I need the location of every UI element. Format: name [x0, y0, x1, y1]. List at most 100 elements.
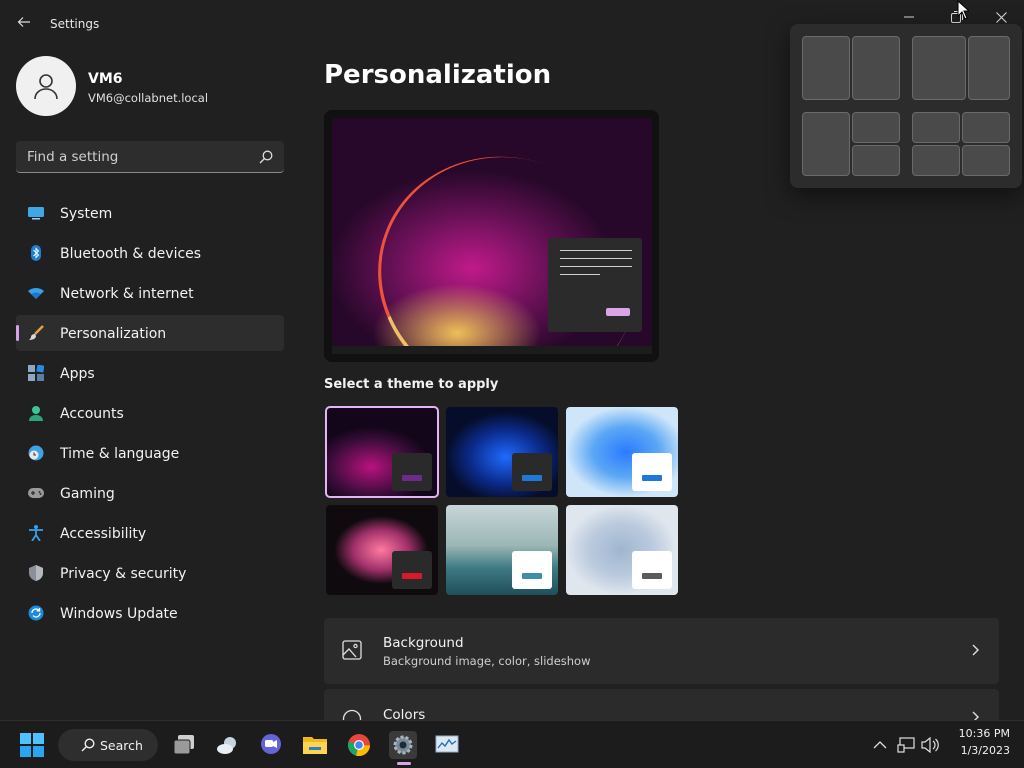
theme-bloom-light[interactable]: [566, 407, 678, 497]
sidebar-item-bluetooth[interactable]: Bluetooth & devices: [16, 235, 284, 271]
accessibility-icon: [29, 525, 43, 541]
monitor-chart-icon: [435, 735, 459, 753]
theme-preview: [324, 110, 659, 362]
show-hidden-icons-button[interactable]: [866, 731, 894, 759]
theme-glow[interactable]: [325, 406, 439, 498]
weather-cloud-icon: [217, 737, 236, 754]
snap-zone[interactable]: [962, 145, 1010, 176]
sidebar-item-network[interactable]: Network & internet: [16, 275, 284, 311]
taskbar-search-label: Search: [100, 738, 143, 753]
snap-zone[interactable]: [968, 36, 1010, 100]
chat-icon: [261, 734, 281, 754]
sidebar-item-system[interactable]: System: [16, 195, 284, 231]
sidebar-item-accessibility[interactable]: Accessibility: [16, 515, 284, 551]
sidebar-item-label: Network & internet: [60, 286, 194, 302]
theme-mini-window: [512, 453, 552, 491]
taskbar-search[interactable]: Search: [58, 729, 158, 761]
snap-zone[interactable]: [802, 112, 850, 176]
sidebar-item-label: Time & language: [60, 446, 180, 462]
snap-zone[interactable]: [852, 112, 900, 143]
snap-layouts-flyout: [790, 24, 1022, 188]
taskbar: Search 10:36 PM 1/3/2023: [0, 720, 1024, 768]
user-profile[interactable]: VM6 VM6@collabnet.local: [16, 56, 286, 118]
sidebar-item-label: Apps: [60, 366, 95, 382]
app-title: Settings: [50, 17, 100, 31]
settings-search-input[interactable]: Find a setting: [16, 141, 284, 173]
start-button[interactable]: [18, 731, 46, 759]
theme-mini-window: [632, 551, 672, 589]
back-arrow-icon: [17, 17, 30, 27]
theme-flow[interactable]: [566, 505, 678, 595]
windows-logo-icon: [20, 733, 44, 757]
theme-bloom-dark[interactable]: [446, 407, 558, 497]
sidebar-item-time-language[interactable]: Time & language: [16, 435, 284, 471]
volume-tray-button[interactable]: [916, 731, 944, 759]
preview-taskbar: [332, 346, 652, 354]
page-title: Personalization: [324, 60, 552, 90]
snap-zone[interactable]: [802, 36, 850, 100]
search-placeholder: Find a setting: [27, 149, 119, 165]
chevron-right-icon: [972, 644, 979, 656]
sidebar-item-label: Gaming: [60, 486, 115, 502]
avatar: [16, 56, 76, 116]
theme-grid: [324, 405, 684, 597]
settings-taskbar-button[interactable]: [389, 731, 417, 765]
profile-email: VM6@collabnet.local: [88, 91, 209, 105]
background-settings-card[interactable]: Background Background image, color, slid…: [324, 618, 999, 684]
theme-mini-window: [512, 551, 552, 589]
resource-monitor-button[interactable]: [433, 731, 461, 759]
sidebar-item-label: Personalization: [60, 326, 167, 342]
snap-zone[interactable]: [852, 145, 900, 176]
sidebar-item-apps[interactable]: Apps: [16, 355, 284, 391]
theme-mini-window: [632, 453, 672, 491]
snap-zone[interactable]: [912, 112, 960, 143]
shield-icon: [29, 565, 43, 581]
sidebar-item-privacy-security[interactable]: Privacy & security: [16, 555, 284, 591]
file-explorer-button[interactable]: [301, 731, 329, 759]
gamepad-icon: [28, 488, 44, 498]
apps-icon: [28, 365, 44, 381]
back-button[interactable]: [14, 14, 34, 34]
chevron-up-icon: [873, 741, 887, 749]
theme-mini-window: [392, 551, 432, 589]
snap-zone[interactable]: [912, 36, 966, 100]
card-title: Background: [383, 635, 464, 651]
sidebar-item-label: Privacy & security: [60, 566, 187, 582]
task-view-icon: [173, 735, 194, 755]
teams-chat-button[interactable]: [257, 731, 285, 759]
sidebar-item-windows-update[interactable]: Windows Update: [16, 595, 284, 631]
theme-lake[interactable]: [446, 505, 558, 595]
sidebar-item-label: Bluetooth & devices: [60, 246, 202, 262]
folder-icon: [303, 737, 327, 754]
profile-name: VM6: [88, 71, 123, 87]
snap-zone[interactable]: [962, 112, 1010, 143]
sidebar-item-label: Windows Update: [60, 606, 178, 622]
preview-window: [548, 238, 642, 332]
search-icon: [81, 738, 95, 752]
mouse-cursor-icon: [957, 0, 969, 20]
sidebar-item-personalization[interactable]: Personalization: [16, 315, 284, 351]
clock-date[interactable]: 1/3/2023: [950, 744, 1010, 757]
preview-accent-button: [606, 308, 630, 316]
close-icon: [995, 11, 1007, 23]
sidebar-item-accounts[interactable]: Accounts: [16, 395, 284, 431]
update-icon: [28, 605, 44, 621]
themes-heading: Select a theme to apply: [324, 377, 499, 392]
theme-mini-window: [392, 453, 432, 491]
user-icon: [34, 74, 58, 100]
sidebar-item-label: System: [60, 206, 113, 222]
system-icon: [28, 207, 44, 220]
snap-zone[interactable]: [852, 36, 900, 100]
widgets-button[interactable]: [214, 731, 242, 759]
sidebar-item-gaming[interactable]: Gaming: [16, 475, 284, 511]
snap-zone[interactable]: [912, 145, 960, 176]
card-subtitle: Background image, color, slideshow: [383, 654, 591, 668]
network-wired-icon: [897, 737, 915, 753]
theme-flower[interactable]: [326, 505, 438, 595]
task-view-button[interactable]: [170, 731, 198, 759]
sidebar-nav: System Bluetooth & devices Network & int…: [16, 195, 284, 635]
sidebar-item-label: Accessibility: [60, 526, 147, 542]
clock-time[interactable]: 10:36 PM: [950, 727, 1010, 740]
chrome-icon: [347, 734, 370, 757]
chrome-button[interactable]: [345, 731, 373, 759]
